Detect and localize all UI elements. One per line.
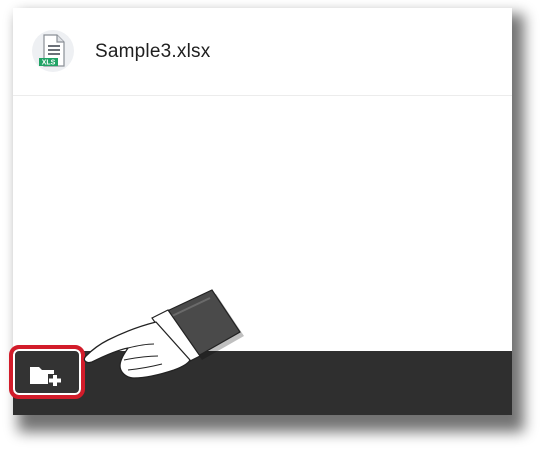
new-folder-icon (30, 367, 62, 387)
file-name: Sample3.xlsx (95, 41, 211, 62)
list-item[interactable]: XLS Sample3.xlsx (13, 8, 512, 96)
bottom-toolbar (13, 351, 512, 415)
xls-badge-text: XLS (42, 60, 56, 67)
new-folder-button[interactable] (9, 345, 85, 399)
file-browser-panel: XLS Sample3.xlsx (13, 8, 512, 415)
screenshot-stage: XLS Sample3.xlsx (0, 0, 545, 459)
xlsx-file-icon: XLS (32, 30, 74, 72)
